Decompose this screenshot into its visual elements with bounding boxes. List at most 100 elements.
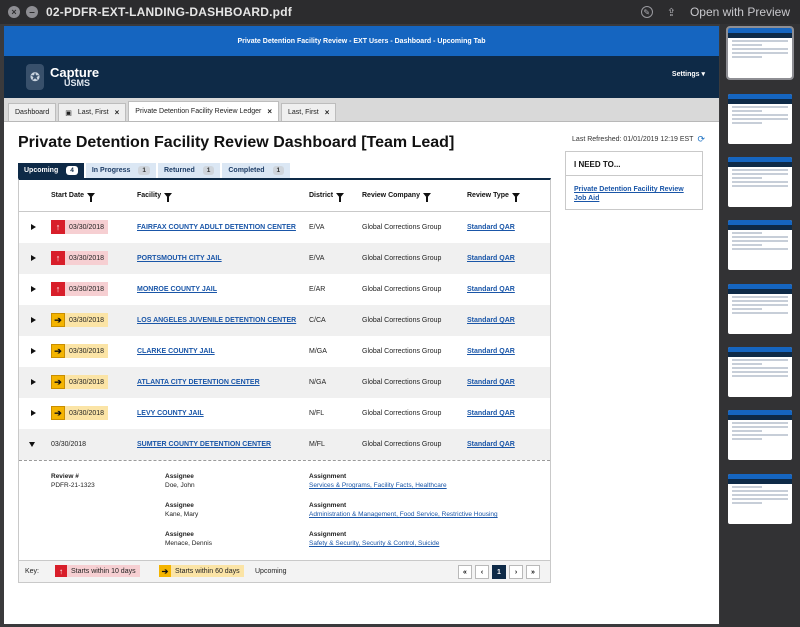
tab-last-first-2[interactable]: Last, First × — [281, 103, 337, 121]
review-type-link[interactable]: Standard QAR — [467, 410, 515, 417]
assignment-link[interactable]: Suicide — [418, 540, 439, 547]
column-district[interactable]: District — [309, 192, 345, 202]
markup-icon[interactable]: ✎ — [640, 6, 653, 18]
next-page-button[interactable]: › — [509, 565, 523, 579]
arrow-right-icon: ➔ — [51, 344, 65, 358]
page-thumbnail[interactable] — [728, 94, 792, 144]
tab-dashboard[interactable]: Dashboard — [8, 103, 57, 121]
count-badge: 1 — [138, 166, 150, 175]
page-thumbnail[interactable] — [728, 284, 792, 334]
job-aid-link[interactable]: Private Detention Facility Review Job Ai… — [566, 176, 702, 204]
review-company: Global Corrections Group — [362, 441, 442, 448]
facility-link[interactable]: CLARKE COUNTY JAIL — [137, 348, 215, 355]
last-page-button[interactable]: » — [526, 565, 540, 579]
assignment-link[interactable]: Services & Programs — [309, 482, 370, 489]
app-logo[interactable]: Capture USMS — [50, 66, 99, 88]
tab-review-ledger[interactable]: Private Detention Facility Review Ledger… — [128, 101, 280, 121]
logo-usms-text: USMS — [64, 78, 91, 88]
review-number-label: Review # — [51, 473, 79, 480]
open-with-preview-button[interactable]: Open with Preview — [690, 5, 790, 19]
review-company: Global Corrections Group — [362, 224, 442, 231]
close-icon[interactable]: × — [8, 6, 20, 18]
grid-footer: Key: ↑ Starts within 10 days ➔ Starts wi… — [19, 560, 550, 582]
assignment-link[interactable]: Facility Facts — [374, 482, 412, 489]
caret-right-icon[interactable] — [31, 286, 36, 292]
count-badge: 4 — [66, 166, 78, 175]
table-row[interactable]: ↑ 03/30/2018 PORTSMOUTH CITY JAIL E/VA Globa… — [19, 243, 550, 274]
facility-link[interactable]: SUMTER COUNTY DETENTION CENTER — [137, 441, 271, 448]
caret-right-icon[interactable] — [31, 348, 36, 354]
assignment-link[interactable]: Administration & Management — [309, 511, 396, 518]
refresh-icon[interactable]: ⟳ — [697, 134, 705, 145]
page-number-button[interactable]: 1 — [492, 565, 506, 579]
review-type-link[interactable]: Standard QAR — [467, 224, 515, 231]
filter-icon[interactable] — [336, 193, 345, 202]
column-review-company[interactable]: Review Company — [362, 192, 431, 202]
assignment-link[interactable]: Safety & Security — [309, 540, 358, 547]
assignment-link[interactable]: Food Service — [400, 511, 438, 518]
column-facility[interactable]: Facility — [137, 192, 173, 202]
assignment-link[interactable]: Restrictive Housing — [442, 511, 498, 518]
assignment-link[interactable]: Healthcare — [415, 482, 446, 489]
minimize-icon[interactable]: – — [26, 6, 38, 18]
review-company: Global Corrections Group — [362, 255, 442, 262]
table-row[interactable]: ➔ 03/30/2018 ATLANTA CITY DETENTION CENTER… — [19, 367, 550, 398]
page-thumbnail[interactable] — [728, 474, 792, 524]
assignment-label: Assignment — [309, 531, 347, 538]
column-start-date[interactable]: Start Date — [51, 192, 96, 202]
page-thumbnail[interactable] — [728, 220, 792, 270]
close-tab-icon[interactable]: × — [267, 107, 272, 116]
caret-right-icon[interactable] — [31, 224, 36, 230]
table-row[interactable]: ➔ 03/30/2018 CLARKE COUNTY JAIL M/GA Global … — [19, 336, 550, 367]
key-yellow: ➔ Starts within 60 days — [159, 565, 244, 577]
review-type-link[interactable]: Standard QAR — [467, 317, 515, 324]
review-type-link[interactable]: Standard QAR — [467, 379, 515, 386]
filter-icon[interactable] — [511, 193, 520, 202]
caret-right-icon[interactable] — [31, 410, 36, 416]
facility-link[interactable]: MONROE COUNTY JAIL — [137, 286, 217, 293]
page-thumbnail[interactable] — [728, 157, 792, 207]
filter-icon[interactable] — [164, 193, 173, 202]
review-type-link[interactable]: Standard QAR — [467, 255, 515, 262]
column-review-type[interactable]: Review Type — [467, 192, 520, 202]
thumbnail-sidebar — [720, 24, 800, 627]
page-thumbnail[interactable] — [726, 26, 794, 80]
previous-page-button[interactable]: ‹ — [475, 565, 489, 579]
tab-last-first-1[interactable]: ▣ Last, First × — [58, 103, 127, 121]
review-company: Global Corrections Group — [362, 410, 442, 417]
facility-link[interactable]: LEVY COUNTY JAIL — [137, 410, 204, 417]
tab-completed[interactable]: Completed 1 — [222, 163, 291, 178]
facility-link[interactable]: FAIRFAX COUNTY ADULT DETENTION CENTER — [137, 224, 296, 231]
review-type-link[interactable]: Standard QAR — [467, 348, 515, 355]
page-thumbnail[interactable] — [728, 347, 792, 397]
table-row[interactable]: ↑ 03/30/2018 MONROE COUNTY JAIL E/AR Global … — [19, 274, 550, 305]
page-tabs: Dashboard ▣ Last, First × Private Detent… — [4, 98, 719, 122]
filter-icon[interactable] — [87, 193, 96, 202]
close-tab-icon[interactable]: × — [115, 108, 120, 117]
page-thumbnail[interactable] — [728, 410, 792, 460]
window-title: 02-PDFR-EXT-LANDING-DASHBOARD.pdf — [46, 5, 292, 19]
share-icon[interactable]: ⇪ — [667, 6, 676, 19]
table-row[interactable]: 03/30/2018 SUMTER COUNTY DETENTION CENTER… — [19, 429, 550, 460]
facility-link[interactable]: PORTSMOUTH CITY JAIL — [137, 255, 222, 262]
first-page-button[interactable]: « — [458, 565, 472, 579]
tab-returned[interactable]: Returned 1 — [158, 163, 221, 178]
table-row[interactable]: ➔ 03/30/2018 LOS ANGELES JUVENILE DETENTIO… — [19, 305, 550, 336]
caret-right-icon[interactable] — [31, 317, 36, 323]
review-type-link[interactable]: Standard QAR — [467, 286, 515, 293]
caret-down-icon[interactable] — [29, 442, 35, 447]
settings-menu[interactable]: Settings ▾ — [672, 70, 705, 78]
filter-icon[interactable] — [422, 193, 431, 202]
table-row[interactable]: ➔ 03/30/2018 LEVY COUNTY JAIL N/FL Global Co… — [19, 398, 550, 429]
close-tab-icon[interactable]: × — [325, 108, 330, 117]
tab-in-progress[interactable]: In Progress 1 — [85, 163, 156, 178]
assignment-link[interactable]: Security & Control — [362, 540, 414, 547]
facility-link[interactable]: LOS ANGELES JUVENILE DETENTION CENTER — [137, 317, 296, 324]
facility-link[interactable]: ATLANTA CITY DETENTION CENTER — [137, 379, 260, 386]
tab-upcoming[interactable]: Upcoming 4 — [18, 163, 84, 178]
caret-right-icon[interactable] — [31, 379, 36, 385]
table-row[interactable]: ↑ 03/30/2018 FAIRFAX COUNTY ADULT DETENTIO… — [19, 212, 550, 243]
review-type-link[interactable]: Standard QAR — [467, 441, 515, 448]
start-date: 03/30/2018 — [51, 441, 87, 448]
caret-right-icon[interactable] — [31, 255, 36, 261]
